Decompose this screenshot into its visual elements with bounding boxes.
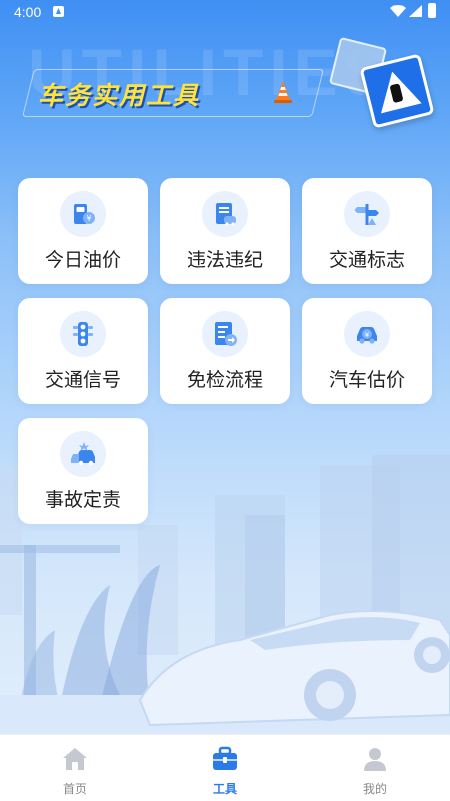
status-time: 4:00 xyxy=(14,4,42,20)
tools-screen: 4:00 UTILITIES 车务实用工具 ¥ 今日油价 违法违纪 交通标志 交… xyxy=(0,0,450,801)
home-icon xyxy=(63,748,87,770)
car-valuation-icon: ¥ xyxy=(344,311,390,357)
nav-label-profile: 我的 xyxy=(362,782,387,796)
nav-label-home: 首页 xyxy=(62,782,87,796)
nav-item-home[interactable]: 首页 xyxy=(0,735,150,801)
traffic-sign-icon xyxy=(344,191,390,237)
signal-icon xyxy=(409,5,422,17)
inspection-icon xyxy=(202,311,248,357)
tool-card-violation[interactable]: 违法违纪 xyxy=(160,178,290,284)
tool-card-traffic-sign[interactable]: 交通标志 xyxy=(302,178,432,284)
pedestrian-crossing-sign-icon xyxy=(359,53,435,129)
nav-label-tools: 工具 xyxy=(212,782,237,796)
svg-text:¥: ¥ xyxy=(86,214,91,223)
battery-icon xyxy=(428,3,436,18)
wifi-icon xyxy=(390,5,406,17)
status-bar: 4:00 xyxy=(0,0,450,26)
tool-label: 交通标志 xyxy=(328,249,405,271)
toolbox-icon xyxy=(213,746,237,770)
notification-icon xyxy=(53,6,64,17)
traffic-cone-icon xyxy=(274,81,292,103)
tool-card-accident[interactable]: 事故定责 xyxy=(18,418,148,524)
bottom-navigation: 首页 工具 我的 xyxy=(0,734,450,801)
accident-icon xyxy=(60,431,106,477)
svg-text:¥: ¥ xyxy=(365,331,370,339)
traffic-light-icon xyxy=(60,311,106,357)
tool-label: 今日油价 xyxy=(44,249,121,271)
tool-card-car-valuation[interactable]: ¥ 汽车估价 xyxy=(302,298,432,404)
violation-document-icon xyxy=(202,191,248,237)
tool-card-fuel-price[interactable]: ¥ 今日油价 xyxy=(18,178,148,284)
user-icon xyxy=(364,748,386,771)
tool-card-traffic-signal[interactable]: 交通信号 xyxy=(18,298,148,404)
nav-item-profile[interactable]: 我的 xyxy=(300,735,450,801)
tool-label: 免检流程 xyxy=(186,369,263,391)
nav-item-tools[interactable]: 工具 xyxy=(150,735,300,801)
banner-title: 车务实用工具 xyxy=(38,81,201,110)
tool-label: 交通信号 xyxy=(44,369,121,391)
tool-label: 汽车估价 xyxy=(328,369,405,391)
tool-label: 违法违纪 xyxy=(186,249,263,271)
tool-label: 事故定责 xyxy=(44,489,121,511)
tool-card-inspection[interactable]: 免检流程 xyxy=(160,298,290,404)
fuel-price-icon: ¥ xyxy=(60,191,106,237)
